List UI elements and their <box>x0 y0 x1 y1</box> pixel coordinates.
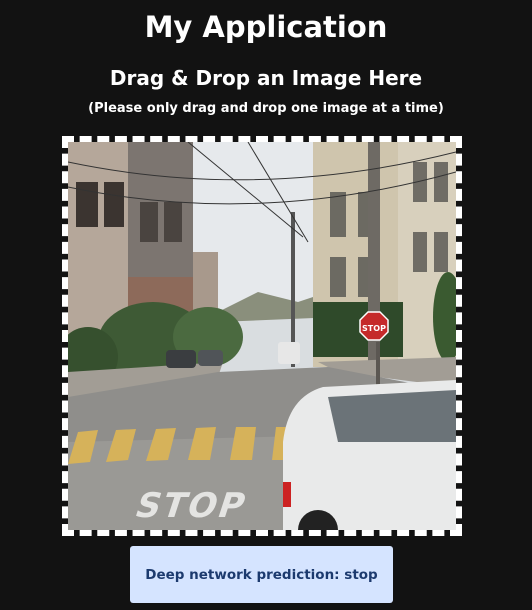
dropzone-heading: Drag & Drop an Image Here <box>109 66 423 90</box>
road-marking-text: STOP <box>130 487 252 526</box>
dropzone-instructions: (Please only drag and drop one image at … <box>88 101 444 116</box>
app-title: My Application <box>144 10 388 44</box>
app-root: My Application Drag & Drop an Image Here… <box>0 0 532 610</box>
image-dropzone[interactable]: STOP STOP <box>62 136 462 536</box>
prediction-button[interactable]: Deep network prediction: stop <box>130 546 393 603</box>
stop-sign-text: STOP <box>362 324 386 333</box>
uploaded-image: STOP STOP <box>68 142 456 530</box>
